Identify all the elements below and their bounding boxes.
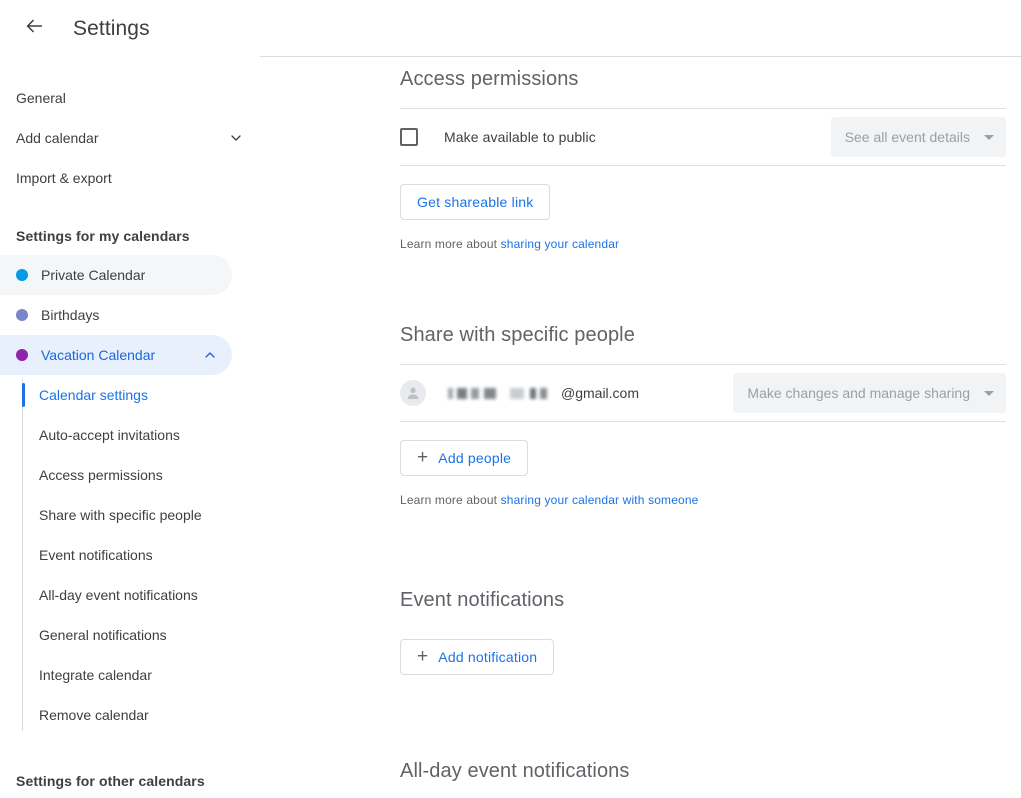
event-visibility-value: See all event details [845,129,970,145]
section-heading: Access permissions [400,68,1006,108]
learn-more-prefix: Learn more about [400,493,501,507]
sidebar-subitem-general-notifications[interactable]: General notifications [0,615,260,655]
page-body: General Add calendar Import & export Set… [0,57,1021,798]
shareable-link-block: Get shareable link [400,166,1006,220]
sidebar-item-general[interactable]: General [0,78,260,118]
calendar-color-dot [16,269,28,281]
share-learn-more: Learn more about sharing your calendar w… [400,493,1006,507]
shared-person-row: @gmail.com Make changes and manage shari… [400,365,1006,421]
sidebar-item-add-calendar[interactable]: Add calendar [0,118,260,158]
chevron-down-icon [984,135,994,140]
sidebar-item-import-export[interactable]: Import & export [0,158,260,198]
add-event-notification-button[interactable]: + Add notification [400,639,554,675]
learn-more-link[interactable]: sharing your calendar [501,237,620,251]
sidebar-subitem-integrate-calendar[interactable]: Integrate calendar [0,655,260,695]
calendar-submenu: Calendar settings Auto-accept invitation… [0,375,260,735]
header-divider [260,56,1021,57]
sidebar-subitem-label: Event notifications [39,547,153,563]
section-spacer [400,251,1006,324]
shared-person-identity: @gmail.com [400,380,639,406]
learn-more-prefix: Learn more about [400,237,501,251]
app-header: Settings [0,0,1021,57]
add-people-button[interactable]: + Add people [400,440,528,476]
make-public-checkbox[interactable] [400,128,418,146]
sidebar-calendar-birthdays[interactable]: Birthdays [0,295,232,335]
event-visibility-dropdown[interactable]: See all event details [831,117,1006,157]
sidebar-calendar-vacation-calendar[interactable]: Vacation Calendar [0,335,232,375]
chevron-up-icon[interactable] [202,347,218,363]
person-permission-value: Make changes and manage sharing [747,385,970,401]
sidebar-subitem-all-day-event-notifications[interactable]: All-day event notifications [0,575,260,615]
add-notification-label: Add notification [438,649,537,665]
sidebar-subitem-event-notifications[interactable]: Event notifications [0,535,260,575]
email-domain: @gmail.com [561,385,639,401]
sidebar-subitem-share-with-specific-people[interactable]: Share with specific people [0,495,260,535]
sidebar-subitem-label: Integrate calendar [39,667,152,683]
learn-more-link[interactable]: sharing your calendar with someone [501,493,699,507]
sidebar-subitem-remove-calendar[interactable]: Remove calendar [0,695,260,735]
settings-main-content: Access permissions Make available to pub… [260,57,1021,798]
sidebar-calendar-label: Private Calendar [41,267,145,283]
back-button[interactable] [14,9,54,49]
chevron-down-icon [984,391,994,396]
section-access-permissions: Access permissions Make available to pub… [400,68,1006,251]
section-spacer [400,507,1006,589]
sidebar-subitem-calendar-settings[interactable]: Calendar settings [0,375,260,415]
sidebar-item-label: Import & export [16,170,112,186]
sidebar-subitem-label: Remove calendar [39,707,149,723]
add-people-block: + Add people [400,422,1006,476]
make-public-checkbox-wrap[interactable]: Make available to public [400,128,596,146]
sidebar-subitem-label: All-day event notifications [39,587,198,603]
section-spacer [400,675,1006,760]
arrow-left-icon [23,15,45,42]
sidebar-calendar-private-calendar[interactable]: Private Calendar [0,255,232,295]
section-heading: Share with specific people [400,324,1006,364]
calendar-color-dot [16,349,28,361]
shared-person-email: @gmail.com [448,385,639,401]
other-calendars-heading: Settings for other calendars [0,773,260,789]
settings-sidebar: General Add calendar Import & export Set… [0,57,260,798]
page-title: Settings [73,17,150,41]
sidebar-item-label: General [16,90,66,106]
redacted-email-prefix [448,388,560,399]
plus-icon: + [417,647,428,666]
sidebar-subitem-label: General notifications [39,627,167,643]
sidebar-subitem-label: Calendar settings [39,387,148,403]
access-learn-more: Learn more about sharing your calendar [400,237,1006,251]
make-public-label: Make available to public [444,129,596,145]
add-people-label: Add people [438,450,511,466]
make-public-row: Make available to public See all event d… [400,109,1006,165]
sidebar-item-label: Add calendar [16,130,99,146]
section-heading: All-day event notifications [400,760,1006,783]
sidebar-calendar-label: Birthdays [41,307,99,323]
sidebar-subitem-access-permissions[interactable]: Access permissions [0,455,260,495]
sidebar-calendar-label: Vacation Calendar [41,347,155,363]
sidebar-subitem-auto-accept-invitations[interactable]: Auto-accept invitations [0,415,260,455]
chevron-down-icon [228,130,244,146]
sidebar-subitem-label: Access permissions [39,467,163,483]
person-avatar-icon [400,380,426,406]
sidebar-subitem-label: Share with specific people [39,507,202,523]
allday-notification-block: + Add notification [400,783,1006,798]
get-shareable-link-button[interactable]: Get shareable link [400,184,550,220]
sidebar-subitem-label: Auto-accept invitations [39,427,180,443]
person-permission-dropdown[interactable]: Make changes and manage sharing [733,373,1006,413]
section-all-day-event-notifications: All-day event notifications + Add notifi… [400,760,1006,798]
calendar-color-dot [16,309,28,321]
section-heading: Event notifications [400,589,1006,612]
section-event-notifications: Event notifications + Add notification [400,589,1006,675]
event-notification-block: + Add notification [400,612,1006,675]
my-calendars-heading: Settings for my calendars [0,228,260,244]
section-share-with-specific-people: Share with specific people @gmail.com [400,324,1006,507]
plus-icon: + [417,448,428,467]
